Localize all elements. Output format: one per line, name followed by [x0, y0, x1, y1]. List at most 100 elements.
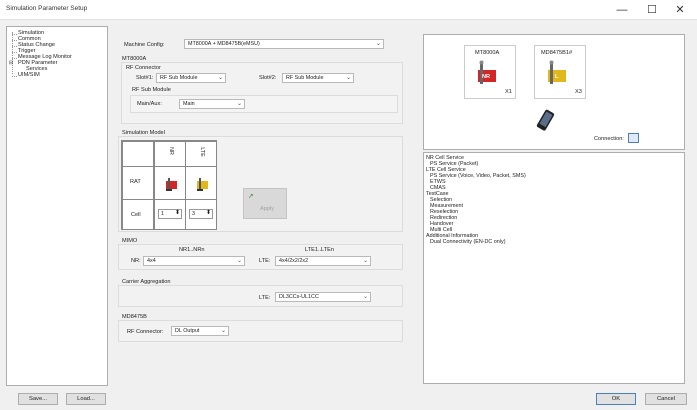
tree-connector: [12, 34, 17, 35]
mimo-nr-header: NR1..NRn: [179, 247, 205, 253]
apply-button[interactable]: ➚ Apply: [243, 188, 287, 219]
sim-model-grid: NR LTE RAT Cell 1 ⬍ 3 ⬍: [121, 140, 217, 230]
main-aux-label: Main/Aux:: [137, 101, 162, 107]
slot1-value: RF Sub Module: [160, 75, 198, 81]
mt8000a-group: RF Connector Slot#1: RF Sub Module ⌄ Slo…: [121, 62, 403, 124]
window-title: Simulation Parameter Setup: [6, 5, 88, 12]
nr-tower-icon: [478, 60, 496, 84]
grid-header-nr: NR: [154, 141, 186, 167]
ca-group: LTE: DL3CCs-UL1CC ⌄: [118, 285, 403, 307]
ca-lte-select[interactable]: DL3CCs-UL1CC ⌄: [275, 292, 371, 302]
lte-badge: L: [555, 74, 559, 80]
nr-count: X1: [505, 89, 512, 95]
configuration-diagram: MT8000A NR X1 MD8475B1# L X3 Connection:: [423, 34, 685, 150]
mimo-lte-header: LTE1..LTEn: [305, 247, 335, 253]
col-lte-label: LTE: [198, 147, 205, 157]
settings-tree[interactable]: Simulation Common Status Change Trigger …: [6, 26, 108, 386]
lte-tower-icon: [548, 60, 566, 84]
rf-sub-module-group: Main/Aux: Main ⌄: [130, 95, 398, 113]
minimize-button[interactable]: —: [610, 0, 634, 20]
nr-badge: NR: [482, 74, 491, 80]
chevron-down-icon: ⌄: [236, 101, 242, 107]
machine-config-value: MT8000A + MD8475B(eMSU): [188, 41, 260, 47]
spinner-arrows-icon: ⬍: [205, 210, 211, 216]
cell-nr-spinner[interactable]: 1 ⬍: [158, 209, 182, 219]
ok-button[interactable]: OK: [596, 393, 636, 405]
cell-nr-container: 1 ⬍: [154, 199, 186, 230]
mimo-group: NR1..NRn LTE1..LTEn NR: 4x4 ⌄ LTE: 4x4/2…: [118, 244, 403, 270]
mimo-lte-select[interactable]: 4x4/2x2/2x2 ⌄: [275, 256, 371, 266]
cell-nr-value: 1: [161, 211, 164, 217]
mt8000a-diagram-label: MT8000A: [475, 50, 500, 56]
md8475b-box: MD8475B1# L X3: [534, 45, 586, 99]
chevron-down-icon: ⌄: [236, 258, 242, 264]
slot1-select[interactable]: RF Sub Module ⌄: [156, 73, 226, 83]
mimo-nr-value: 4x4: [147, 258, 156, 264]
rat-nr-cell[interactable]: [154, 166, 186, 200]
title-bar: Simulation Parameter Setup — ☐ ✕: [0, 0, 697, 20]
chevron-down-icon: ⌄: [375, 41, 381, 47]
slot1-label: Slot#1:: [136, 75, 154, 81]
tree-connector: [12, 46, 17, 47]
chevron-down-icon: ⌄: [362, 258, 368, 264]
nr-device-icon: [166, 178, 177, 191]
connection-button[interactable]: [628, 133, 639, 143]
close-button[interactable]: ✕: [668, 0, 692, 20]
tree-item-uim-sim[interactable]: UIM/SIM: [18, 72, 40, 78]
main-aux-value: Main: [183, 101, 195, 107]
lte-count: X3: [575, 89, 582, 95]
chevron-down-icon: ⌄: [345, 75, 351, 81]
tree-connector: [12, 32, 13, 74]
cell-lte-value: 3: [192, 211, 195, 217]
mimo-nr-select[interactable]: 4x4 ⌄: [143, 256, 245, 266]
grid-header-lte: LTE: [185, 141, 217, 167]
slot2-label: Slot#2:: [259, 75, 277, 81]
lte-device-icon: [197, 178, 208, 191]
mimo-nr-label: NR:: [131, 258, 141, 264]
chevron-down-icon: ⌄: [220, 328, 226, 334]
row-cell-label: Cell: [131, 212, 141, 218]
apply-arrow-icon: ➚: [248, 193, 254, 200]
machine-config-select[interactable]: MT8000A + MD8475B(eMSU) ⌄: [184, 39, 384, 49]
md8475b-group: RF Connector: DL Output ⌄: [118, 320, 403, 342]
tree-connector: [12, 58, 17, 59]
chevron-down-icon: ⌄: [217, 75, 223, 81]
info-line: Dual Connectivity (EN-DC only): [430, 239, 506, 245]
rf-sub-module-title: RF Sub Module: [132, 87, 171, 93]
rf-connector-title: RF Connector: [126, 65, 161, 71]
rf-connector-select[interactable]: DL Output ⌄: [171, 326, 229, 336]
machine-config-label: Machine Config:: [124, 42, 165, 48]
mimo-lte-label: LTE:: [259, 258, 271, 264]
mt8000a-box: MT8000A NR X1: [464, 45, 516, 99]
mimo-lte-value: 4x4/2x2/2x2: [279, 258, 309, 264]
rf-connector-value: DL Output: [175, 328, 200, 334]
connection-label: Connection:: [594, 136, 624, 142]
spinner-arrows-icon: ⬍: [174, 210, 180, 216]
grid-row-cell: Cell: [122, 199, 154, 230]
cell-lte-spinner[interactable]: 3 ⬍: [189, 209, 213, 219]
md8475b-diagram-label: MD8475B1#: [541, 50, 573, 56]
apply-label: Apply: [260, 206, 274, 212]
slot2-select[interactable]: RF Sub Module ⌄: [282, 73, 354, 83]
maximize-button[interactable]: ☐: [640, 0, 664, 20]
tree-connector: [12, 52, 17, 53]
collapse-icon[interactable]: ⊟: [9, 60, 13, 66]
ca-lte-value: DL3CCs-UL1CC: [279, 294, 319, 300]
rf-connector-label: RF Connector:: [127, 329, 164, 335]
rat-lte-cell[interactable]: [185, 166, 217, 200]
tree-connector: [12, 40, 17, 41]
service-info-panel: NR Cell Service PS Service (Packet) LTE …: [423, 152, 685, 384]
ca-lte-label: LTE:: [259, 295, 271, 301]
col-nr-label: NR: [167, 147, 174, 155]
load-button[interactable]: Load...: [66, 393, 106, 405]
row-rat-label: RAT: [130, 179, 141, 185]
save-button[interactable]: Save...: [18, 393, 58, 405]
mobile-phone-icon: [536, 109, 555, 131]
cancel-button[interactable]: Cancel: [645, 393, 687, 405]
main-aux-select[interactable]: Main ⌄: [179, 99, 245, 109]
chevron-down-icon: ⌄: [362, 294, 368, 300]
grid-row-rat: RAT: [122, 166, 154, 200]
parameter-panel: Machine Config: MT8000A + MD8475B(eMSU) …: [114, 26, 414, 386]
grid-corner: [122, 141, 154, 167]
tree-connector: [12, 76, 17, 77]
